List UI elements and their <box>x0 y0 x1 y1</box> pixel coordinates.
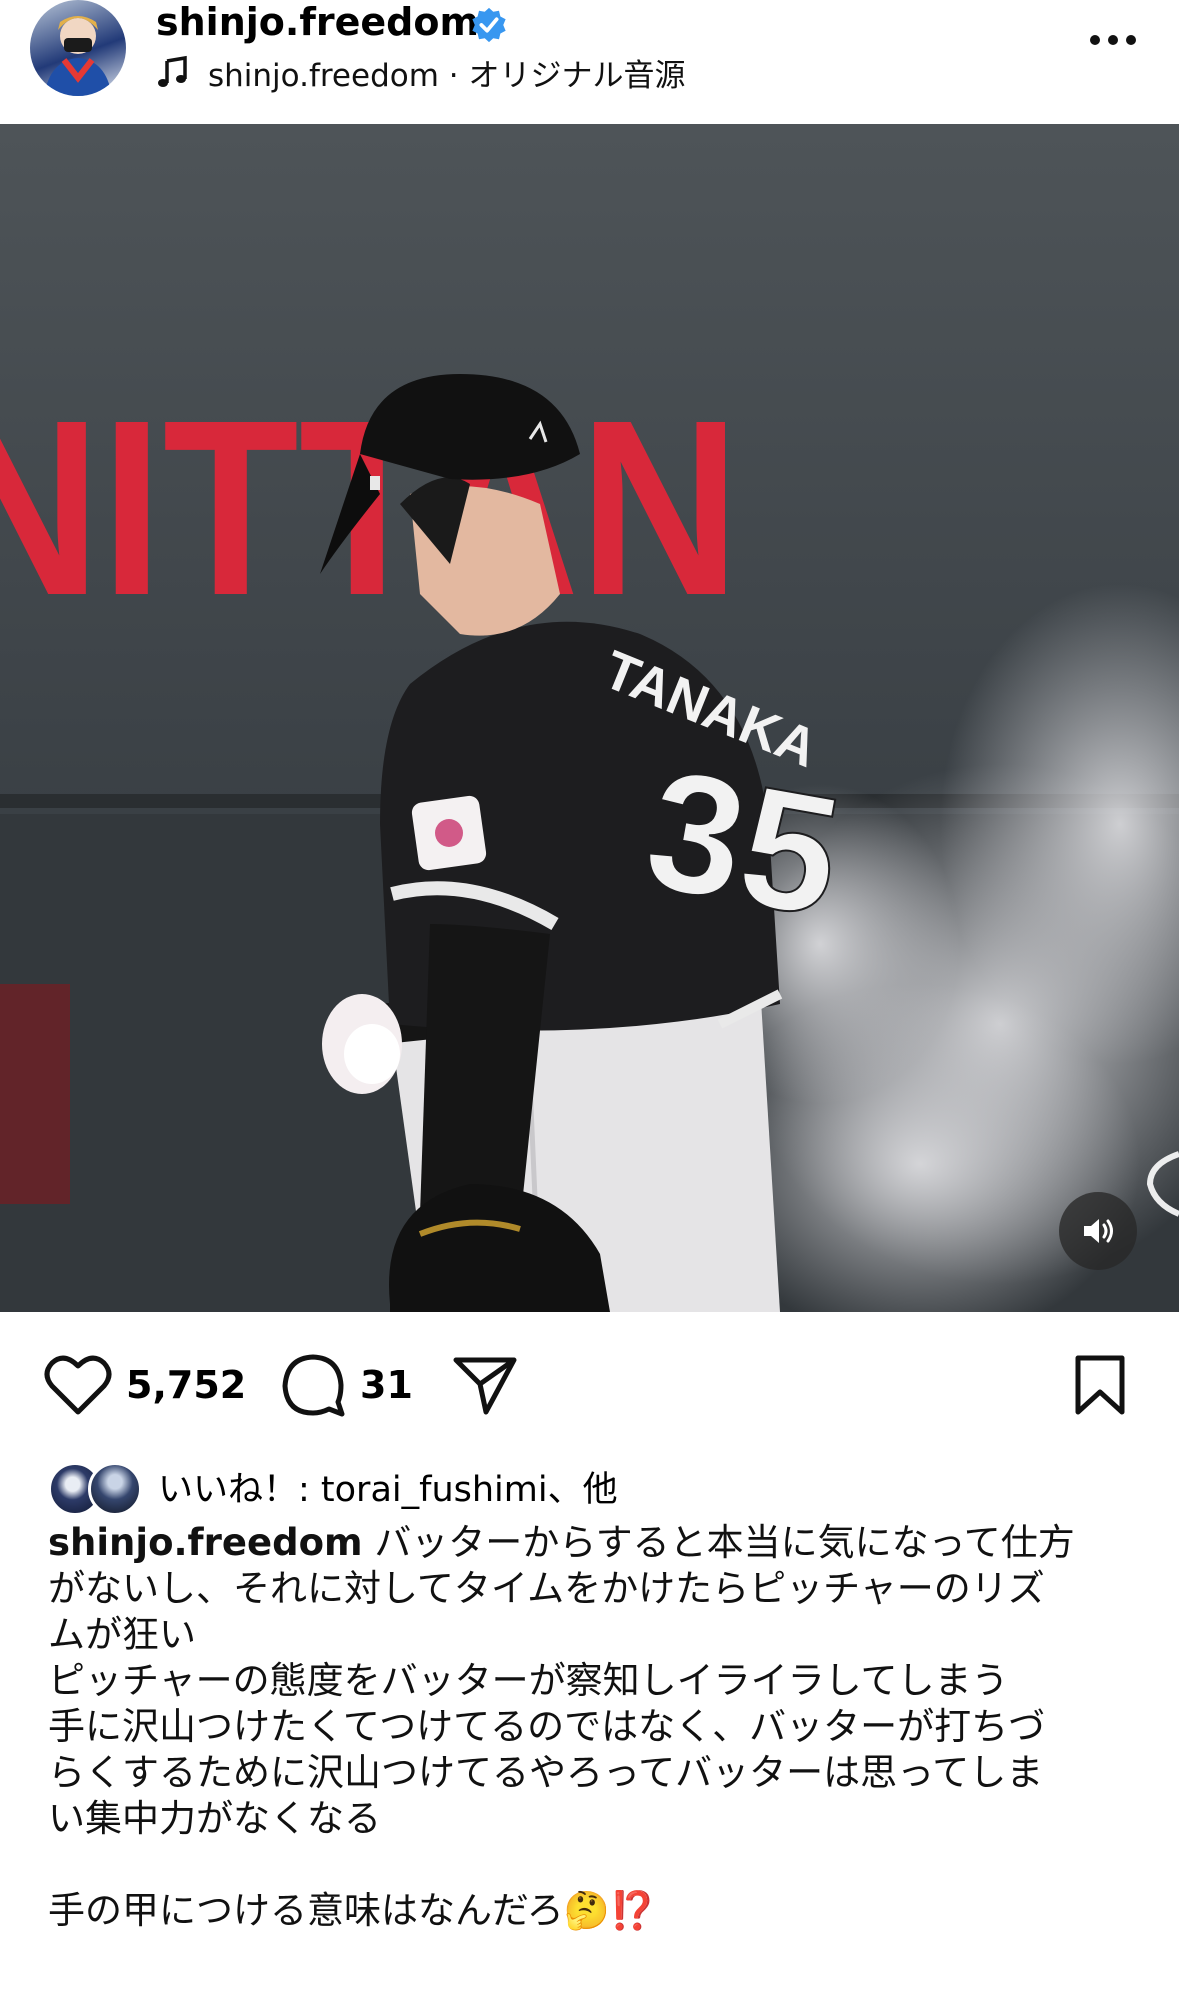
caption-text: がないし、それに対してタイムをかけたらピッチャーのリズ <box>48 1567 1045 1610</box>
profile-avatar[interactable] <box>30 0 126 96</box>
caption-text: い集中力がなくなる <box>48 1797 381 1840</box>
post-header: shinjo.freedom shinjo.freedom · オリジナル音源 <box>0 0 1179 124</box>
save-button[interactable] <box>1072 1350 1128 1420</box>
stadium-sign-text: NITTAN <box>0 368 740 647</box>
jersey-number-text: 35 <box>634 733 853 953</box>
liked-by-text: いいね！: torai_fushimi、他 <box>158 1469 618 1510</box>
like-button[interactable]: 5,752 <box>44 1350 246 1420</box>
comment-count: 31 <box>360 1363 413 1407</box>
caption-username[interactable]: shinjo.freedom <box>48 1521 363 1564</box>
bookmark-icon <box>1075 1355 1125 1415</box>
caption-text: バッターからすると本当に気になって仕方 <box>374 1521 1075 1564</box>
sound-toggle-button[interactable] <box>1059 1192 1137 1270</box>
more-options-icon[interactable] <box>1087 28 1139 52</box>
caption-text: 手の甲につける意味はなんだろ🤔⁉️ <box>48 1889 656 1932</box>
heart-icon <box>44 1355 112 1415</box>
paper-plane-icon <box>453 1357 517 1415</box>
share-button[interactable] <box>452 1350 518 1420</box>
caption-text: ピッチャーの態度をバッターが察知しイライラしてしまう <box>48 1659 1009 1702</box>
caption-text: ムが狂い <box>48 1613 196 1656</box>
like-count: 5,752 <box>126 1363 247 1407</box>
audio-label: shinjo.freedom · オリジナル音源 <box>208 57 686 94</box>
caption-text: 手に沢山つけたくてつけてるのではなく、バッターが打ちづ <box>48 1705 1046 1748</box>
post-video[interactable]: NITTAN TANAKA 35 <box>0 124 1179 1312</box>
post-username[interactable]: shinjo.freedom <box>156 0 479 44</box>
post-caption: shinjo.freedom バッターからすると本当に気になって仕方 がないし、… <box>48 1520 1128 1934</box>
liker-avatars <box>48 1458 144 1516</box>
caption-text: らくするために沢山つけてるやろってバッターは思ってしま <box>48 1751 1044 1794</box>
audio-attribution[interactable]: shinjo.freedom · オリジナル音源 <box>156 50 685 94</box>
verified-badge-icon <box>472 7 506 43</box>
comment-bubble-icon <box>282 1354 345 1417</box>
liker-avatar <box>88 1462 142 1516</box>
music-note-icon <box>158 55 187 87</box>
comment-button[interactable]: 31 <box>280 1350 413 1420</box>
speaker-icon <box>1084 1219 1113 1243</box>
liked-by-row[interactable]: いいね！: torai_fushimi、他 <box>48 1458 618 1516</box>
action-bar: 5,752 31 <box>0 1350 1179 1420</box>
